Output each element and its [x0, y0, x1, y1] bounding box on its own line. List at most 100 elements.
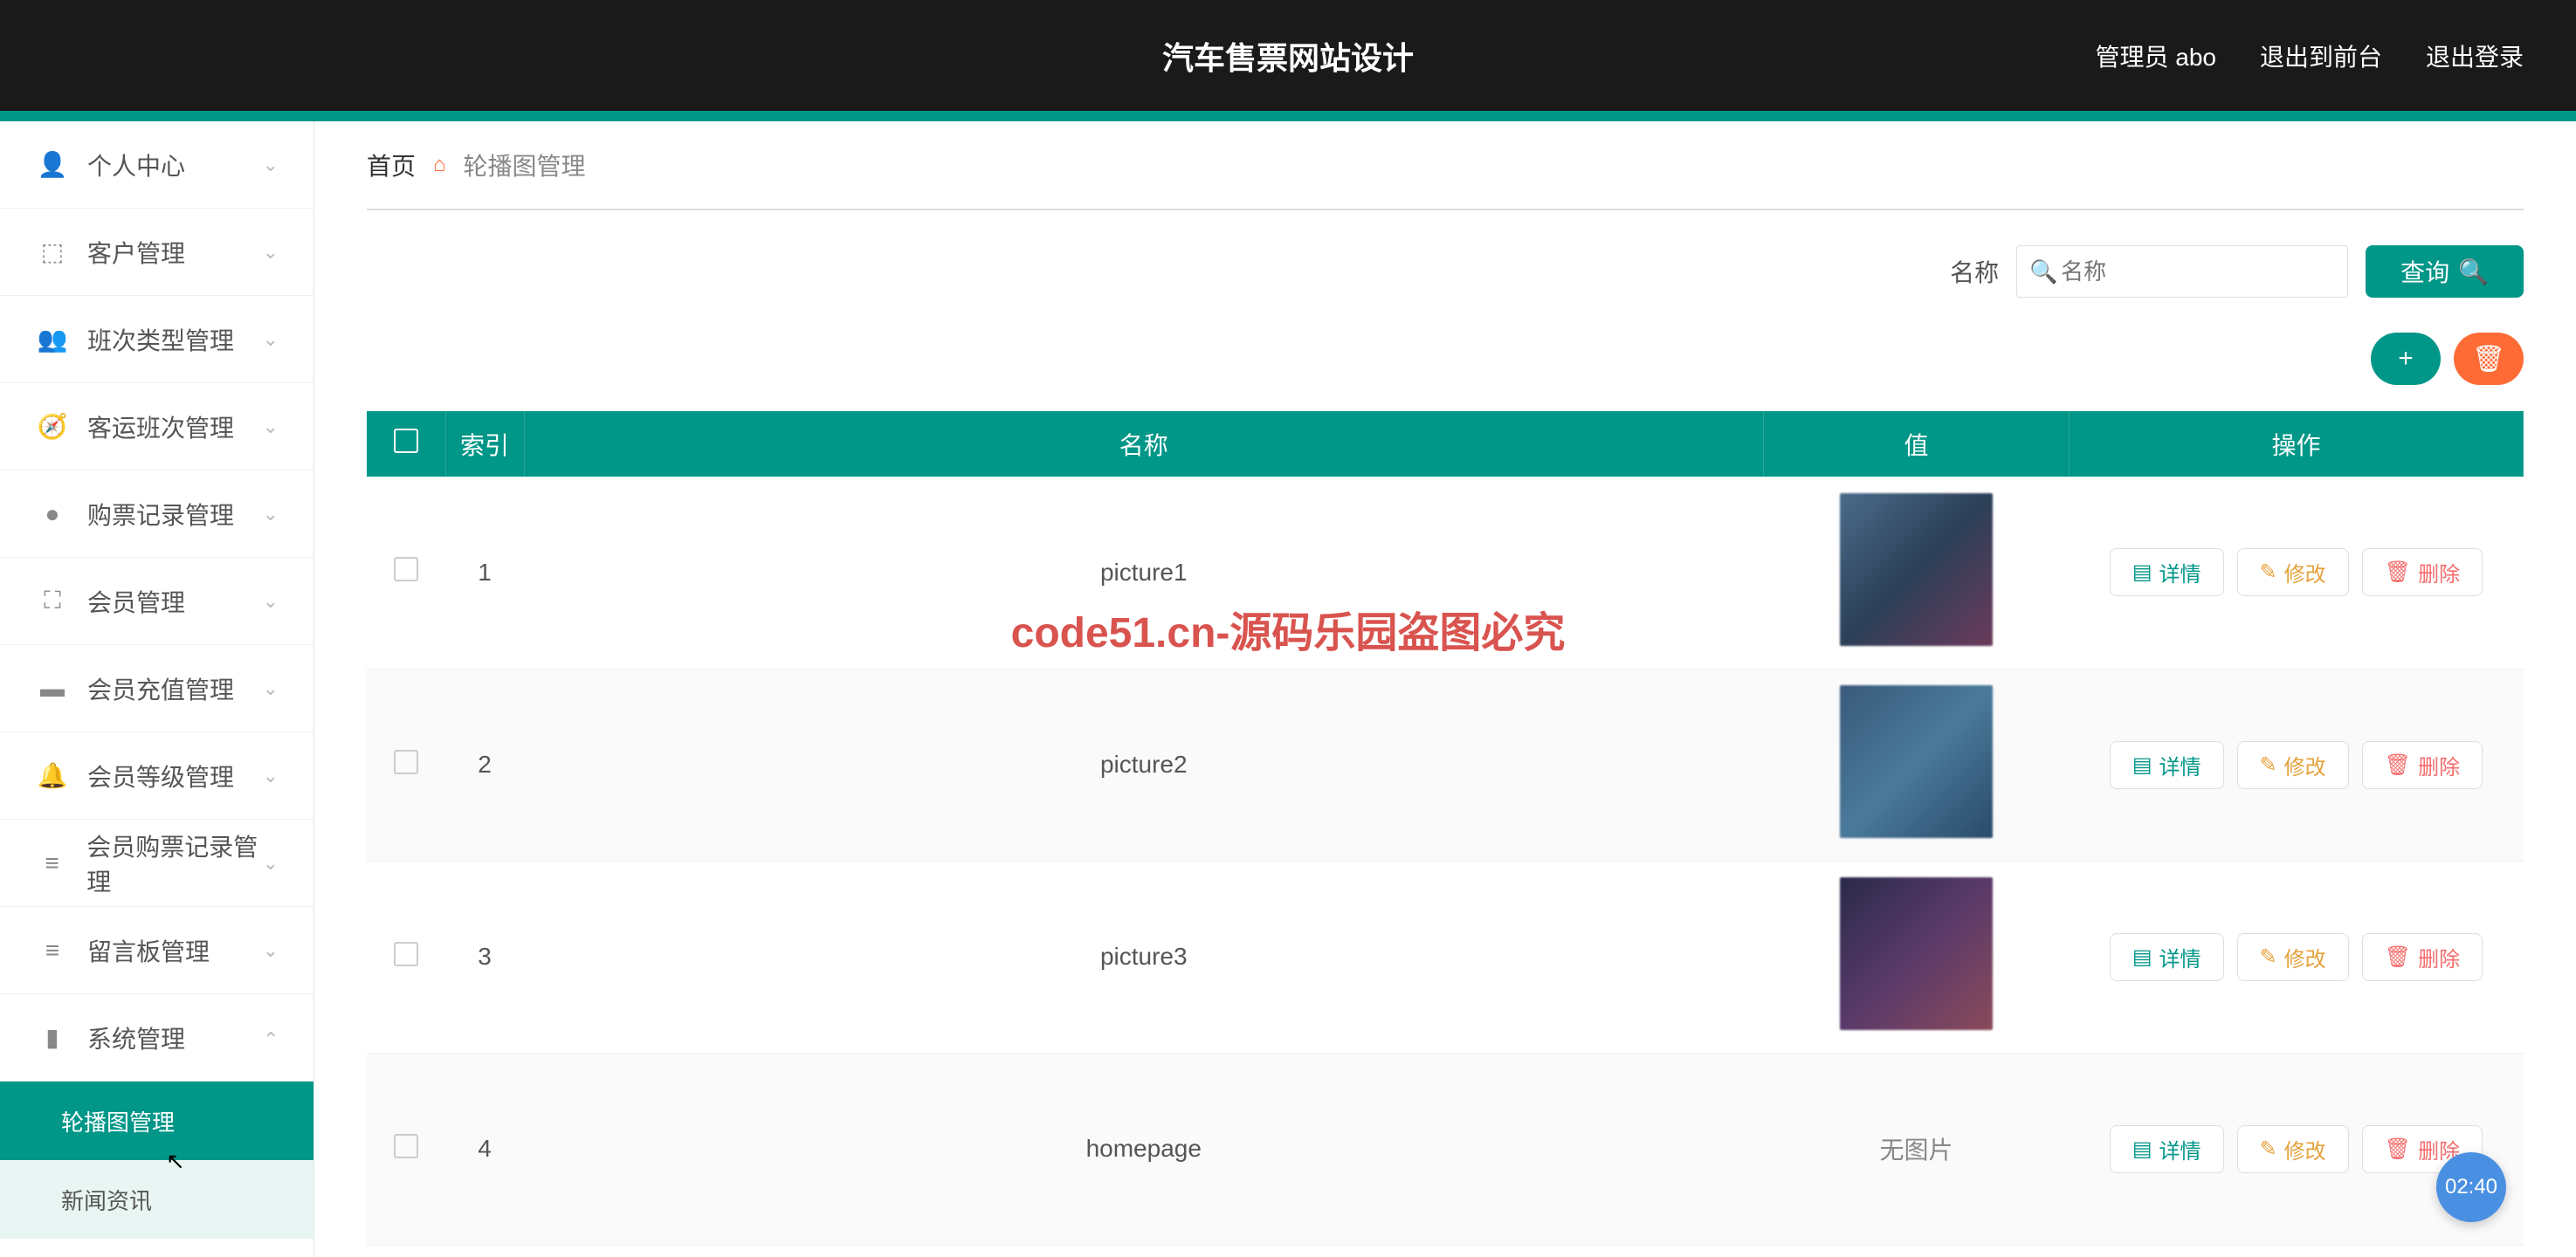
- select-all-checkbox[interactable]: [394, 429, 418, 453]
- row-name: picture1: [524, 477, 1764, 669]
- chevron-down-icon: ⌄: [263, 416, 279, 438]
- detail-button[interactable]: ▤ 详情: [2110, 548, 2224, 596]
- divider-bar: [0, 111, 2576, 121]
- detail-button[interactable]: ▤ 详情: [2110, 933, 2224, 981]
- main-content: 首页 ⌂ 轮播图管理 名称 🔍 查询 🔍 + 🗑 索引名称值操作 1 pictu…: [314, 121, 2576, 1257]
- chevron-down-icon: ⌄: [263, 1027, 279, 1049]
- sidebar-item-label: 系统管理: [87, 1020, 185, 1055]
- sidebar-item-label: 个人中心: [87, 148, 185, 182]
- add-button[interactable]: +: [2371, 333, 2441, 385]
- doc-icon: ▤: [2132, 752, 2152, 778]
- sidebar-item-label: 会员管理: [87, 584, 185, 619]
- sidebar-item-4[interactable]: ●购票记录管理⌄: [0, 471, 313, 558]
- breadcrumb-current: 轮播图管理: [464, 148, 586, 182]
- sidebar-item-6[interactable]: ▬会员充值管理⌄: [0, 645, 313, 732]
- edit-button[interactable]: ✎ 修改: [2237, 933, 2349, 981]
- sidebar-item-7[interactable]: 🔔 会员等级管理 ⌄: [0, 732, 313, 820]
- no-image-text: 无图片: [1879, 1137, 1953, 1164]
- logout-front-link[interactable]: 退出到前台: [2260, 38, 2382, 73]
- sidebar-item-8[interactable]: ≡会员购票记录管理⌄: [0, 820, 313, 907]
- action-buttons: + 🗑: [367, 333, 2524, 385]
- sidebar-sub-0[interactable]: 轮播图管理: [0, 1082, 313, 1160]
- sidebar-item-2[interactable]: 👥班次类型管理⌄: [0, 296, 313, 383]
- edit-icon: ✎: [2260, 560, 2277, 585]
- menu-icon: ●: [35, 500, 70, 528]
- delete-button[interactable]: 🗑 删除: [2362, 933, 2483, 981]
- row-name: picture2: [524, 669, 1764, 861]
- query-button[interactable]: 查询 🔍: [2366, 245, 2524, 298]
- sidebar-item-0[interactable]: 👤 个人中心 ⌄: [0, 121, 313, 209]
- row-value: [1764, 861, 2070, 1053]
- table-header-4: 操作: [2070, 411, 2524, 477]
- search-bar: 名称 🔍 查询 🔍: [367, 245, 2524, 298]
- chevron-down-icon: ⌄: [263, 939, 279, 962]
- header-right: 管理员 abo 退出到前台 退出登录: [2095, 38, 2524, 73]
- menu-icon: ⬚: [35, 237, 70, 266]
- user-label[interactable]: 管理员 abo: [2095, 38, 2216, 73]
- table-header-1: 索引: [445, 411, 524, 477]
- menu-icon: 👤: [35, 150, 70, 179]
- edit-button[interactable]: ✎ 修改: [2237, 548, 2349, 596]
- menu-icon: ▮: [35, 1023, 70, 1052]
- edit-button[interactable]: ✎ 修改: [2237, 741, 2349, 789]
- table-row: 3 picture3 ▤ 详情 ✎ 修改 🗑 删除: [367, 861, 2524, 1053]
- table-row: 2 picture2 ▤ 详情 ✎ 修改 🗑 删除: [367, 669, 2524, 861]
- chevron-down-icon: ⌄: [263, 241, 279, 264]
- trash-icon: 🗑: [2385, 944, 2411, 970]
- sidebar-item-3[interactable]: 🧭客运班次管理⌄: [0, 383, 313, 471]
- detail-button[interactable]: ▤ 详情: [2110, 1125, 2224, 1173]
- search-icon: 🔍: [2458, 258, 2489, 286]
- delete-batch-button[interactable]: 🗑: [2454, 333, 2524, 385]
- thumbnail-image: [1840, 877, 1993, 1030]
- row-checkbox[interactable]: [394, 1134, 418, 1158]
- table-header-3: 值: [1764, 411, 2070, 477]
- chevron-down-icon: ⌄: [263, 677, 279, 700]
- sidebar-sub-1[interactable]: 新闻资讯: [0, 1160, 313, 1239]
- row-checkbox[interactable]: [394, 750, 418, 774]
- row-index: 1: [445, 477, 524, 669]
- edit-button[interactable]: ✎ 修改: [2237, 1125, 2349, 1173]
- thumbnail-image: [1840, 493, 1993, 646]
- chevron-down-icon: ⌄: [263, 765, 279, 787]
- menu-icon: 🔔: [35, 761, 70, 790]
- sidebar-item-label: 班次类型管理: [87, 322, 234, 357]
- table-row: 4 homepage 无图片 ▤ 详情 ✎ 修改 🗑 删除: [367, 1053, 2524, 1245]
- sidebar: 👤个人中心⌄⬚客户管理⌄👥班次类型管理⌄🧭客运班次管理⌄●购票记录管理⌄⛶会员管…: [0, 121, 314, 1257]
- search-icon: 🔍: [2029, 258, 2057, 285]
- app-title: 汽车售票网站设计: [1162, 33, 1414, 79]
- row-checkbox[interactable]: [394, 942, 418, 966]
- breadcrumb: 首页 ⌂ 轮播图管理: [367, 148, 2524, 210]
- chevron-down-icon: ⌄: [263, 328, 279, 351]
- sidebar-item-10[interactable]: ▮ 系统管理 ⌄: [0, 994, 313, 1082]
- sidebar-item-9[interactable]: ≡留言板管理⌄: [0, 907, 313, 994]
- header: 汽车售票网站设计 管理员 abo 退出到前台 退出登录: [0, 0, 2576, 111]
- sidebar-sub-2[interactable]: 客服中心: [0, 1239, 313, 1257]
- menu-icon: ⛶: [35, 587, 70, 615]
- trash-icon: 🗑: [2385, 752, 2411, 778]
- clock-badge[interactable]: 02:40: [2436, 1152, 2506, 1222]
- sidebar-item-label: 会员等级管理: [87, 759, 234, 793]
- chevron-down-icon: ⌄: [263, 503, 279, 525]
- row-index: 2: [445, 669, 524, 861]
- chevron-down-icon: ⌄: [263, 852, 279, 875]
- breadcrumb-home[interactable]: 首页: [367, 148, 416, 182]
- sidebar-item-5[interactable]: ⛶会员管理⌄: [0, 558, 313, 645]
- sidebar-item-1[interactable]: ⬚ 客户管理 ⌄: [0, 209, 313, 296]
- logout-link[interactable]: 退出登录: [2426, 38, 2524, 73]
- row-value: [1764, 669, 2070, 861]
- chevron-down-icon: ⌄: [263, 154, 279, 176]
- doc-icon: ▤: [2132, 944, 2152, 970]
- search-input[interactable]: [2016, 245, 2348, 298]
- trash-icon: 🗑: [2385, 1137, 2411, 1162]
- data-table: 索引名称值操作 1 picture1 ▤ 详情 ✎ 修改 🗑 删除 2 pict…: [367, 411, 2524, 1246]
- doc-icon: ▤: [2132, 560, 2152, 585]
- sidebar-item-label: 留言板管理: [87, 933, 210, 968]
- edit-icon: ✎: [2260, 752, 2277, 778]
- sidebar-item-label: 客户管理: [87, 235, 185, 270]
- delete-button[interactable]: 🗑 删除: [2362, 741, 2483, 789]
- sidebar-item-label: 会员购票记录管理: [86, 828, 279, 898]
- detail-button[interactable]: ▤ 详情: [2110, 741, 2224, 789]
- row-value: [1764, 477, 2070, 669]
- row-checkbox[interactable]: [394, 557, 418, 581]
- delete-button[interactable]: 🗑 删除: [2362, 548, 2483, 596]
